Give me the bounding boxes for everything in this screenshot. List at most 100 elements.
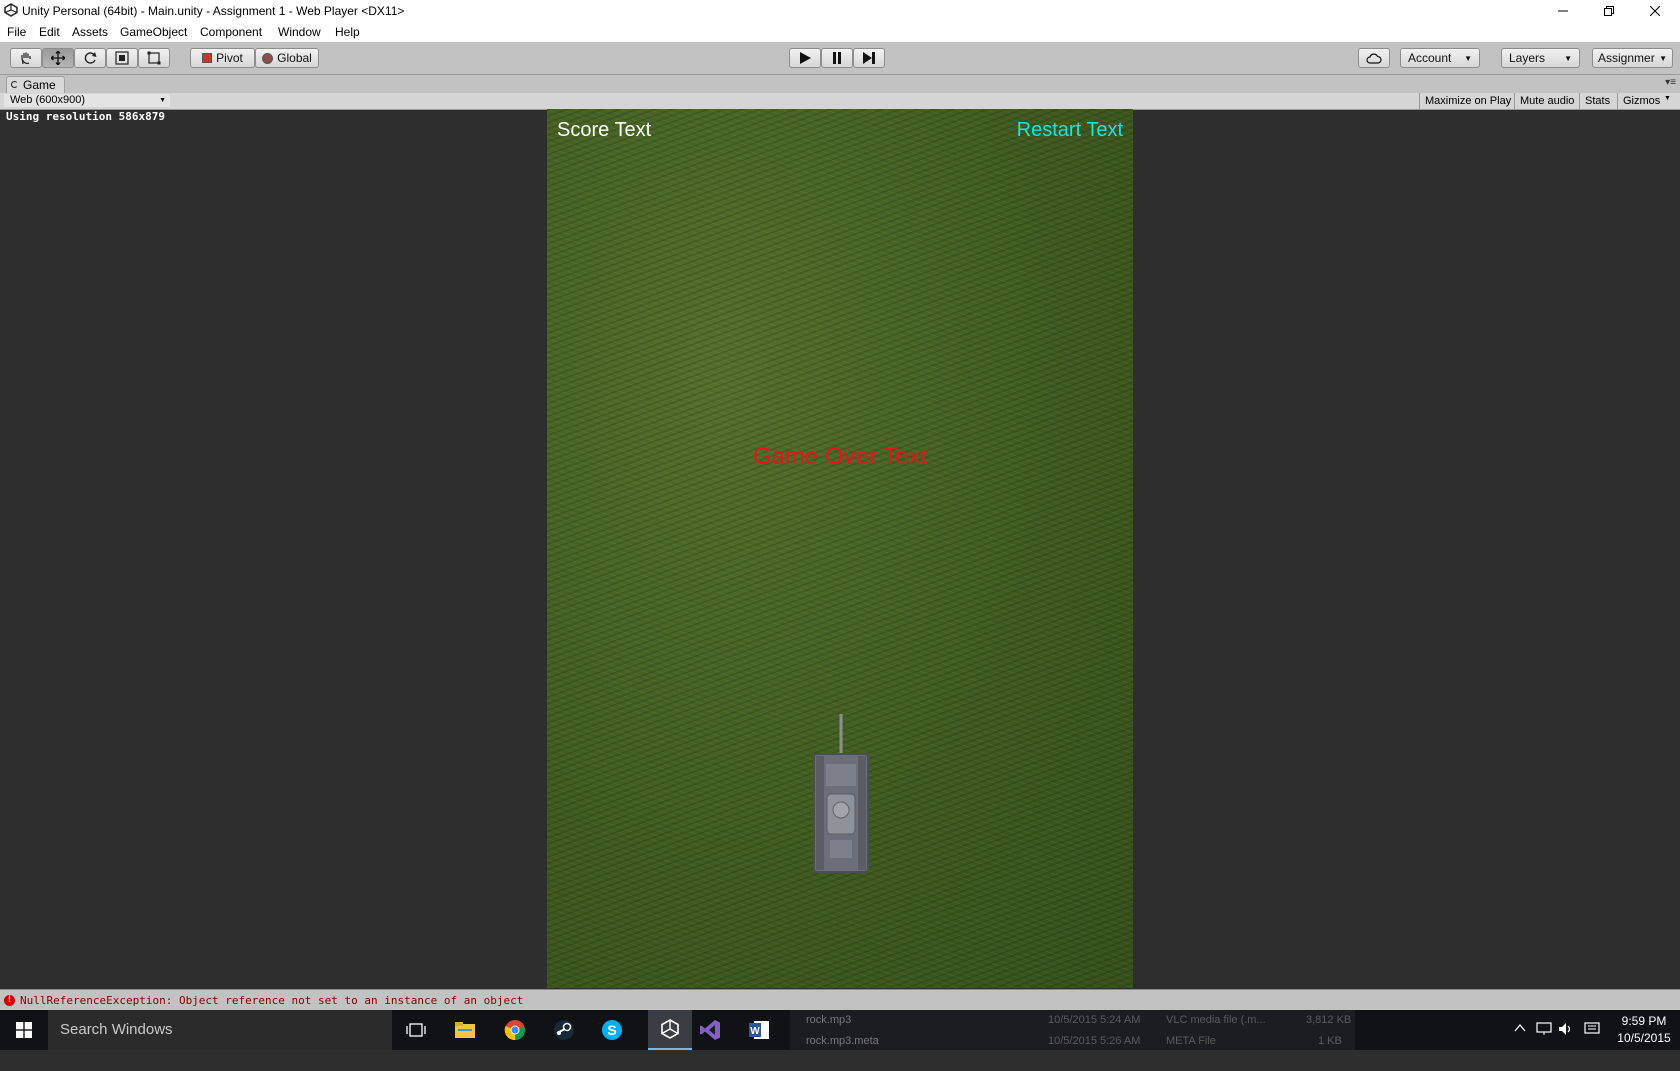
chevron-down-icon: ▼ [1659, 53, 1667, 63]
file-row-size: 1 KB [1318, 1035, 1342, 1047]
move-icon [51, 51, 65, 65]
title-bar: Unity Personal (64bit) - Main.unity - As… [0, 0, 1680, 22]
speaker-icon [1559, 1023, 1571, 1035]
file-explorer-button[interactable] [451, 1016, 479, 1044]
menu-edit[interactable]: Edit [39, 25, 60, 39]
chevron-up-icon [1514, 1023, 1526, 1032]
global-label: Global [277, 51, 312, 65]
start-button[interactable] [0, 1010, 48, 1050]
chevron-down-icon: ▼ [159, 97, 166, 104]
svg-text:S: S [607, 1022, 616, 1038]
account-label: Account [1408, 51, 1452, 65]
folder-icon [455, 1022, 475, 1038]
word-button[interactable]: W [745, 1016, 773, 1044]
tab-game-label: Game [23, 78, 56, 92]
pivot-icon [202, 53, 213, 63]
task-view-button[interactable] [402, 1016, 430, 1044]
rect-tool-icon [147, 51, 161, 65]
scale-tool-button[interactable] [106, 48, 138, 68]
move-tool-button[interactable] [42, 48, 74, 68]
menu-gameobject[interactable]: GameObject [120, 25, 187, 39]
layers-label: Layers [1509, 51, 1546, 65]
skype-button[interactable]: S [598, 1016, 626, 1044]
rotate-tool-button[interactable] [74, 48, 106, 68]
action-center-button[interactable] [1584, 1022, 1600, 1062]
clock-date[interactable]: 10/5/2015 [1612, 1031, 1676, 1071]
panel-menu-icon[interactable]: ▾≡ [1665, 77, 1676, 88]
mute-audio-toggle[interactable]: Mute audio [1514, 93, 1579, 109]
file-row-date: 10/5/2015 5:26 AM [1048, 1035, 1141, 1047]
chevron-down-icon: ▼ [1464, 53, 1472, 63]
minimize-button[interactable] [1540, 0, 1586, 22]
menu-bar: File Edit Assets GameObject Component Wi… [0, 22, 1680, 42]
hand-tool-button[interactable] [10, 48, 42, 68]
pivot-label: Pivot [216, 51, 243, 65]
unity-icon [661, 1019, 679, 1039]
windows-taskbar: Search Windows S W rock.mp3 10/5/2015 5:… [0, 1010, 1680, 1050]
skype-icon: S [602, 1020, 622, 1040]
chevron-down-icon: ▼ [1564, 53, 1572, 63]
layout-label: Assignmer [1598, 51, 1655, 65]
game-tab-icon [11, 81, 18, 88]
rotate-icon [84, 52, 97, 64]
file-row-type: VLC media file (.m... [1166, 1014, 1266, 1026]
chrome-icon [504, 1020, 526, 1041]
layers-dropdown[interactable]: Layers ▼ [1501, 48, 1580, 68]
pivot-toggle[interactable]: Pivot [190, 48, 255, 68]
game-over-text: Game Over Text [752, 443, 928, 470]
network-icon [1536, 1022, 1552, 1035]
tab-game[interactable]: Game [6, 76, 65, 94]
file-row-name: rock.mp3 [806, 1014, 852, 1026]
resolution-info: Using resolution 586x879 [6, 110, 165, 123]
restore-button[interactable] [1586, 0, 1632, 22]
notification-icon [1584, 1022, 1600, 1034]
show-hidden-icons-button[interactable] [1514, 1022, 1526, 1062]
pause-button[interactable] [821, 48, 853, 68]
chevron-down-icon: ▼ [1664, 95, 1671, 102]
windows-logo-icon [16, 1022, 32, 1038]
menu-file[interactable]: File [7, 25, 26, 39]
step-button[interactable] [853, 48, 885, 68]
rect-tool-button[interactable] [138, 48, 170, 68]
search-input[interactable]: Search Windows [48, 1010, 392, 1050]
stats-toggle[interactable]: Stats [1579, 93, 1615, 109]
resolution-dropdown[interactable]: Web (600x900) ▼ [4, 94, 170, 107]
chrome-button[interactable] [501, 1016, 529, 1044]
console-status-bar[interactable]: ! NullReferenceException: Object referen… [0, 989, 1680, 1012]
visual-studio-icon [700, 1020, 720, 1040]
file-row-type: META File [1166, 1035, 1216, 1047]
menu-assets[interactable]: Assets [72, 25, 108, 39]
tank-sprite [813, 714, 869, 873]
visual-studio-button[interactable] [696, 1016, 724, 1044]
window-title: Unity Personal (64bit) - Main.unity - As… [22, 4, 405, 18]
play-icon [800, 52, 811, 64]
word-icon: W [749, 1021, 769, 1039]
steam-icon [554, 1020, 574, 1040]
background-window-peek: rock.mp3 10/5/2015 5:24 AM VLC media fil… [790, 1010, 1355, 1050]
menu-window[interactable]: Window [278, 25, 321, 39]
game-render-area[interactable]: Score Text Restart Text Game Over Text [547, 109, 1133, 988]
hand-icon [21, 52, 31, 65]
tab-bar: Game ▾≡ [0, 75, 1680, 94]
volume-button[interactable] [1558, 1022, 1574, 1062]
maximize-on-play-toggle[interactable]: Maximize on Play [1419, 93, 1516, 109]
scale-icon [115, 51, 129, 65]
menu-help[interactable]: Help [335, 25, 360, 39]
cloud-button[interactable] [1358, 48, 1390, 68]
error-icon: ! [4, 995, 15, 1006]
steam-button[interactable] [550, 1016, 578, 1044]
close-button[interactable] [1632, 0, 1678, 22]
globe-icon [262, 52, 274, 64]
score-text: Score Text [557, 119, 652, 141]
layout-dropdown[interactable]: Assignmer ▼ [1592, 48, 1673, 68]
account-dropdown[interactable]: Account ▼ [1400, 48, 1480, 68]
global-toggle[interactable]: Global [255, 48, 319, 68]
minimize-icon [1558, 10, 1568, 12]
menu-component[interactable]: Component [200, 25, 262, 39]
game-view-bar: Web (600x900) ▼ Maximize on Play Mute au… [0, 93, 1680, 110]
toolbar: Pivot Global Account ▼ Layers ▼ Assignme… [0, 42, 1680, 75]
file-row-size: 3,812 KB [1306, 1014, 1352, 1026]
network-button[interactable] [1536, 1022, 1552, 1062]
unity-taskbar-button[interactable] [648, 1010, 692, 1050]
play-button[interactable] [789, 48, 821, 68]
